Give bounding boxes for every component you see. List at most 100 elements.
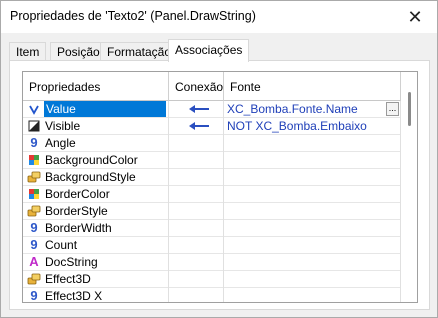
- connection-cell[interactable]: [169, 203, 224, 220]
- enum-icon: [27, 272, 41, 286]
- close-icon: ✕: [407, 6, 423, 27]
- left-arrow-icon: [188, 101, 210, 117]
- property-name: BorderColor: [45, 187, 110, 201]
- header-connection[interactable]: Conexão: [169, 72, 224, 101]
- table-row[interactable]: Value XC_Bomba.Fonte.Name...: [23, 101, 401, 118]
- window-title: Propriedades de 'Texto2' (Panel.DrawStri…: [10, 9, 256, 23]
- left-arrow-icon: [188, 118, 210, 134]
- properties-dialog: Propriedades de 'Texto2' (Panel.DrawStri…: [0, 0, 438, 318]
- close-button[interactable]: ✕: [397, 3, 433, 31]
- associations-panel: Propriedades Conexão Fonte Value XC_Bomba…: [9, 60, 430, 310]
- table-row[interactable]: BorderColor: [23, 186, 401, 203]
- tab-associacoes[interactable]: Associações: [168, 39, 250, 62]
- connection-cell[interactable]: [169, 237, 224, 254]
- property-name-cell[interactable]: BackgroundStyle: [23, 169, 169, 186]
- numeric-icon: 9: [30, 288, 38, 303]
- property-name-cell[interactable]: Value: [23, 101, 169, 118]
- header-source[interactable]: Fonte: [224, 72, 401, 101]
- property-name-cell[interactable]: Effect3D: [23, 271, 169, 288]
- property-name: BorderWidth: [45, 221, 112, 235]
- tab-label: Associações: [175, 43, 243, 57]
- connection-cell[interactable]: [169, 152, 224, 169]
- property-name-cell[interactable]: BorderStyle: [23, 203, 169, 220]
- table-row[interactable]: 9 Effect3D X: [23, 288, 401, 303]
- source-cell[interactable]: XC_Bomba.Fonte.Name...: [224, 101, 401, 118]
- property-name: Value: [44, 101, 166, 117]
- property-name: Visible: [45, 119, 81, 133]
- source-cell[interactable]: [224, 203, 401, 220]
- enum-icon: [27, 204, 41, 218]
- property-grid: Propriedades Conexão Fonte Value XC_Bomba…: [22, 71, 418, 303]
- connection-cell[interactable]: [169, 169, 224, 186]
- source-cell[interactable]: [224, 152, 401, 169]
- browse-button[interactable]: ...: [386, 102, 399, 116]
- vertical-scrollbar[interactable]: [401, 72, 417, 302]
- table-row[interactable]: 9 Angle: [23, 135, 401, 152]
- numeric-icon: 9: [30, 237, 38, 252]
- source-cell[interactable]: [224, 135, 401, 152]
- source-expression: XC_Bomba.Fonte.Name: [227, 102, 358, 116]
- source-cell[interactable]: [224, 186, 401, 203]
- table-row[interactable]: BorderStyle: [23, 203, 401, 220]
- header-property[interactable]: Propriedades: [23, 72, 169, 101]
- scroll-thumb[interactable]: [408, 92, 411, 126]
- tab-formatacao[interactable]: Formatação: [100, 42, 179, 61]
- numeric-icon: 9: [30, 135, 38, 150]
- connection-cell[interactable]: [169, 220, 224, 237]
- grid-rows: Value XC_Bomba.Fonte.Name... Visible NOT XC…: [23, 101, 401, 303]
- property-name: BackgroundStyle: [45, 170, 136, 184]
- color-icon: [27, 153, 41, 167]
- source-expression: NOT XC_Bomba.Embaixo: [227, 119, 367, 133]
- numeric-icon: 9: [30, 220, 38, 235]
- property-name-cell[interactable]: BackgroundColor: [23, 152, 169, 169]
- property-name-cell[interactable]: 9 BorderWidth: [23, 220, 169, 237]
- table-row[interactable]: 9 BorderWidth: [23, 220, 401, 237]
- enum-icon: [27, 170, 41, 184]
- property-name: Effect3D: [45, 272, 91, 286]
- grid-header: Propriedades Conexão Fonte: [23, 72, 401, 101]
- connection-cell[interactable]: [169, 101, 224, 118]
- source-cell[interactable]: [224, 169, 401, 186]
- property-name: Angle: [45, 136, 76, 150]
- variant-icon: [27, 102, 41, 116]
- property-name: Effect3D X: [45, 289, 103, 303]
- connection-cell[interactable]: [169, 186, 224, 203]
- property-name-cell[interactable]: A DocString: [23, 254, 169, 271]
- tab-posicao[interactable]: Posição: [50, 42, 107, 61]
- property-name: Count: [45, 238, 78, 252]
- color-icon: [27, 187, 41, 201]
- title-bar: Propriedades de 'Texto2' (Panel.DrawStri…: [1, 1, 437, 33]
- property-name: BackgroundColor: [45, 153, 138, 167]
- tab-label: Formatação: [107, 45, 172, 59]
- source-cell[interactable]: [224, 288, 401, 302]
- table-row[interactable]: 9 Count: [23, 237, 401, 254]
- property-name-cell[interactable]: 9 Effect3D X: [23, 288, 169, 303]
- source-cell[interactable]: [224, 254, 401, 271]
- table-row[interactable]: Effect3D: [23, 271, 401, 288]
- connection-cell[interactable]: [169, 254, 224, 271]
- tab-strip: Item Posição Formatação Associações: [9, 39, 429, 62]
- source-cell[interactable]: NOT XC_Bomba.Embaixo: [224, 118, 401, 135]
- table-row[interactable]: BackgroundStyle: [23, 169, 401, 186]
- boolean-icon: [27, 119, 41, 133]
- tab-label: Posição: [57, 45, 100, 59]
- string-icon: A: [29, 254, 39, 269]
- connection-cell[interactable]: [169, 271, 224, 288]
- property-name: DocString: [45, 255, 98, 269]
- source-cell[interactable]: [224, 237, 401, 254]
- connection-cell[interactable]: [169, 288, 224, 302]
- property-name-cell[interactable]: 9 Angle: [23, 135, 169, 152]
- connection-cell[interactable]: [169, 135, 224, 152]
- table-row[interactable]: A DocString: [23, 254, 401, 271]
- source-cell[interactable]: [224, 271, 401, 288]
- property-name-cell[interactable]: BorderColor: [23, 186, 169, 203]
- table-row[interactable]: BackgroundColor: [23, 152, 401, 169]
- property-name: BorderStyle: [45, 204, 108, 218]
- source-cell[interactable]: [224, 220, 401, 237]
- property-name-cell[interactable]: Visible: [23, 118, 169, 135]
- tab-label: Item: [16, 45, 40, 59]
- tab-item[interactable]: Item: [9, 42, 47, 61]
- table-row[interactable]: Visible NOT XC_Bomba.Embaixo: [23, 118, 401, 135]
- connection-cell[interactable]: [169, 118, 224, 135]
- property-name-cell[interactable]: 9 Count: [23, 237, 169, 254]
